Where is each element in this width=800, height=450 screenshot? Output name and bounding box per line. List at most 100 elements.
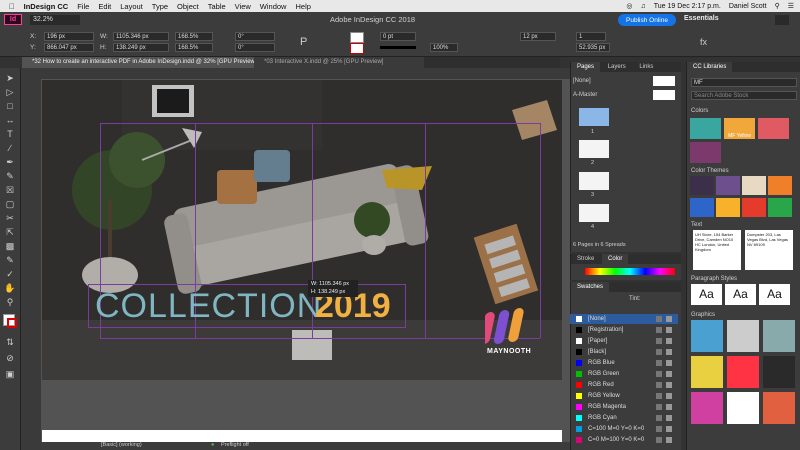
library-color-swatch[interactable] — [758, 118, 789, 139]
page-thumb-1[interactable] — [579, 108, 609, 126]
page-tool-icon[interactable]: □ — [4, 100, 16, 112]
swatch-row[interactable]: [Registration] — [570, 325, 678, 335]
theme-color-chip[interactable] — [716, 198, 740, 217]
theme-color-chip[interactable] — [742, 198, 766, 217]
library-color-swatch[interactable] — [690, 142, 721, 163]
tab-stroke[interactable]: Stroke — [571, 254, 600, 264]
scale-y-field[interactable]: 168.5% — [175, 43, 213, 52]
tab-color[interactable]: Color — [602, 254, 629, 264]
menu-type[interactable]: Type — [152, 2, 168, 11]
frame-tool-icon[interactable]: ☒ — [4, 184, 16, 196]
screen-mode-icon[interactable]: ▣ — [4, 368, 16, 380]
theme-color-chip[interactable] — [690, 176, 714, 195]
tab-document-inactive[interactable]: *03 Interactive X.indd @ 25% [GPU Previe… — [254, 57, 424, 68]
menu-window[interactable]: Window — [260, 2, 287, 11]
graphic-thumb-9[interactable] — [763, 392, 795, 424]
column-count-field[interactable]: 1 — [576, 32, 606, 41]
style-status[interactable]: [Basic] (working) — [101, 442, 142, 448]
zoom-field[interactable]: 32.2% — [30, 15, 80, 25]
fill-swatch[interactable] — [350, 32, 364, 43]
graphic-thumb-2[interactable] — [727, 320, 759, 352]
menu-app[interactable]: InDesign CC — [24, 2, 69, 11]
scissors-tool-icon[interactable]: ✂ — [4, 212, 16, 224]
gradient-tool-icon[interactable]: ▩ — [4, 240, 16, 252]
none-master-thumb[interactable] — [653, 76, 675, 86]
tab-document-active[interactable]: *32 How to create an interactive PDF in … — [22, 57, 262, 68]
line-tool-icon[interactable]: ∕ — [4, 142, 16, 154]
preflight-status[interactable]: Preflight off — [221, 442, 249, 448]
theme-color-chip[interactable] — [716, 176, 740, 195]
menu-file[interactable]: File — [77, 2, 89, 11]
graphic-thumb-6[interactable] — [763, 356, 795, 388]
note-tool-icon[interactable]: ✎ — [4, 254, 16, 266]
graphic-thumb-8[interactable] — [727, 392, 759, 424]
type-tool-icon[interactable]: T — [4, 128, 16, 140]
pen-tool-icon[interactable]: ✒ — [4, 156, 16, 168]
scale-x-field[interactable]: 168.5% — [175, 32, 213, 41]
hand-tool-icon[interactable]: ✋ — [4, 282, 16, 294]
text-frame-icon[interactable]: P — [300, 36, 307, 48]
workspace-switcher[interactable]: Essentials — [684, 15, 719, 22]
apply-none-icon[interactable]: ⊘ — [4, 352, 16, 364]
swatches-title[interactable]: Swatches — [571, 282, 610, 292]
volume-icon[interactable]: ♫ — [641, 3, 646, 10]
stroke-type-preview[interactable] — [380, 46, 416, 49]
menu-view[interactable]: View — [235, 2, 251, 11]
rectangle-tool-icon[interactable]: ▢ — [4, 198, 16, 210]
none-master[interactable]: [None] — [573, 78, 591, 84]
x-field[interactable]: 196 px — [44, 32, 94, 41]
clock[interactable]: Tue 19 Dec 2:17 p.m. — [654, 3, 721, 10]
swatch-row[interactable]: RGB Red — [570, 380, 678, 390]
menu-help[interactable]: Help — [295, 2, 310, 11]
page-thumb-3[interactable] — [579, 172, 609, 190]
selection-tool-icon[interactable]: ➤ — [4, 72, 16, 84]
theme-color-chip[interactable] — [742, 176, 766, 195]
user-name[interactable]: Daniel Scott — [729, 3, 767, 10]
column-height-field[interactable]: 52.935 px — [576, 43, 610, 52]
library-color-swatch[interactable]: MF Yellow — [724, 118, 755, 139]
stock-search-icon[interactable] — [775, 15, 789, 25]
paragraph-style-3[interactable]: Aa — [759, 284, 790, 305]
w-field[interactable]: 1105.346 px — [113, 32, 169, 41]
apple-icon[interactable]:  — [9, 2, 15, 11]
swatch-row[interactable]: C=100 M=0 Y=0 K=0 — [570, 424, 678, 434]
stroke-weight-field[interactable]: 0 pt — [380, 32, 416, 41]
swatch-row[interactable]: [Black] — [570, 347, 678, 357]
graphic-thumb-1[interactable] — [691, 320, 723, 352]
transform-tool-icon[interactable]: ⇱ — [4, 226, 16, 238]
menu-list-icon[interactable]: ☰ — [788, 2, 794, 10]
swatch-row[interactable]: RGB Magenta — [570, 402, 678, 412]
text-item-1[interactable]: UH Store, 154 Barker Drive, Camden NO10 … — [693, 230, 741, 270]
library-color-swatch[interactable] — [690, 118, 721, 139]
publish-online-button[interactable]: Publish Online — [618, 14, 676, 26]
headline-text[interactable]: COLLECTION — [95, 287, 322, 326]
swatch-row[interactable]: RGB Cyan — [570, 413, 678, 423]
theme-color-chip[interactable] — [768, 198, 792, 217]
menu-object[interactable]: Object — [177, 2, 199, 11]
graphic-thumb-7[interactable] — [691, 392, 723, 424]
stock-search-input[interactable]: Search Adobe Stock — [691, 91, 797, 100]
column-width-field[interactable]: 12 px — [520, 32, 556, 41]
swatch-row[interactable]: C=0 M=100 Y=0 K=0 — [570, 435, 678, 445]
tab-pages[interactable]: Pages — [571, 62, 601, 72]
stroke-swatch[interactable] — [350, 43, 364, 54]
paragraph-style-1[interactable]: Aa — [691, 284, 722, 305]
opacity-field[interactable]: 100% — [430, 43, 458, 52]
menu-table[interactable]: Table — [208, 2, 226, 11]
a-master[interactable]: A-Master — [573, 92, 597, 98]
zoom-tool-icon[interactable]: ⚲ — [4, 296, 16, 308]
a-master-thumb[interactable] — [653, 90, 675, 100]
graphic-thumb-4[interactable] — [691, 356, 723, 388]
page-thumb-2[interactable] — [579, 140, 609, 158]
menu-layout[interactable]: Layout — [120, 2, 143, 11]
swatch-row[interactable]: RGB Yellow — [570, 391, 678, 401]
tab-layers[interactable]: Layers — [602, 62, 632, 72]
theme-color-chip[interactable] — [690, 198, 714, 217]
theme-color-chip[interactable] — [768, 176, 792, 195]
gap-tool-icon[interactable]: ↔ — [4, 114, 16, 126]
wifi-icon[interactable]: ◎ — [626, 2, 632, 10]
tab-links[interactable]: Links — [633, 62, 659, 72]
menu-edit[interactable]: Edit — [98, 2, 111, 11]
swatch-row[interactable]: RGB Blue — [570, 358, 678, 368]
pencil-tool-icon[interactable]: ✎ — [4, 170, 16, 182]
